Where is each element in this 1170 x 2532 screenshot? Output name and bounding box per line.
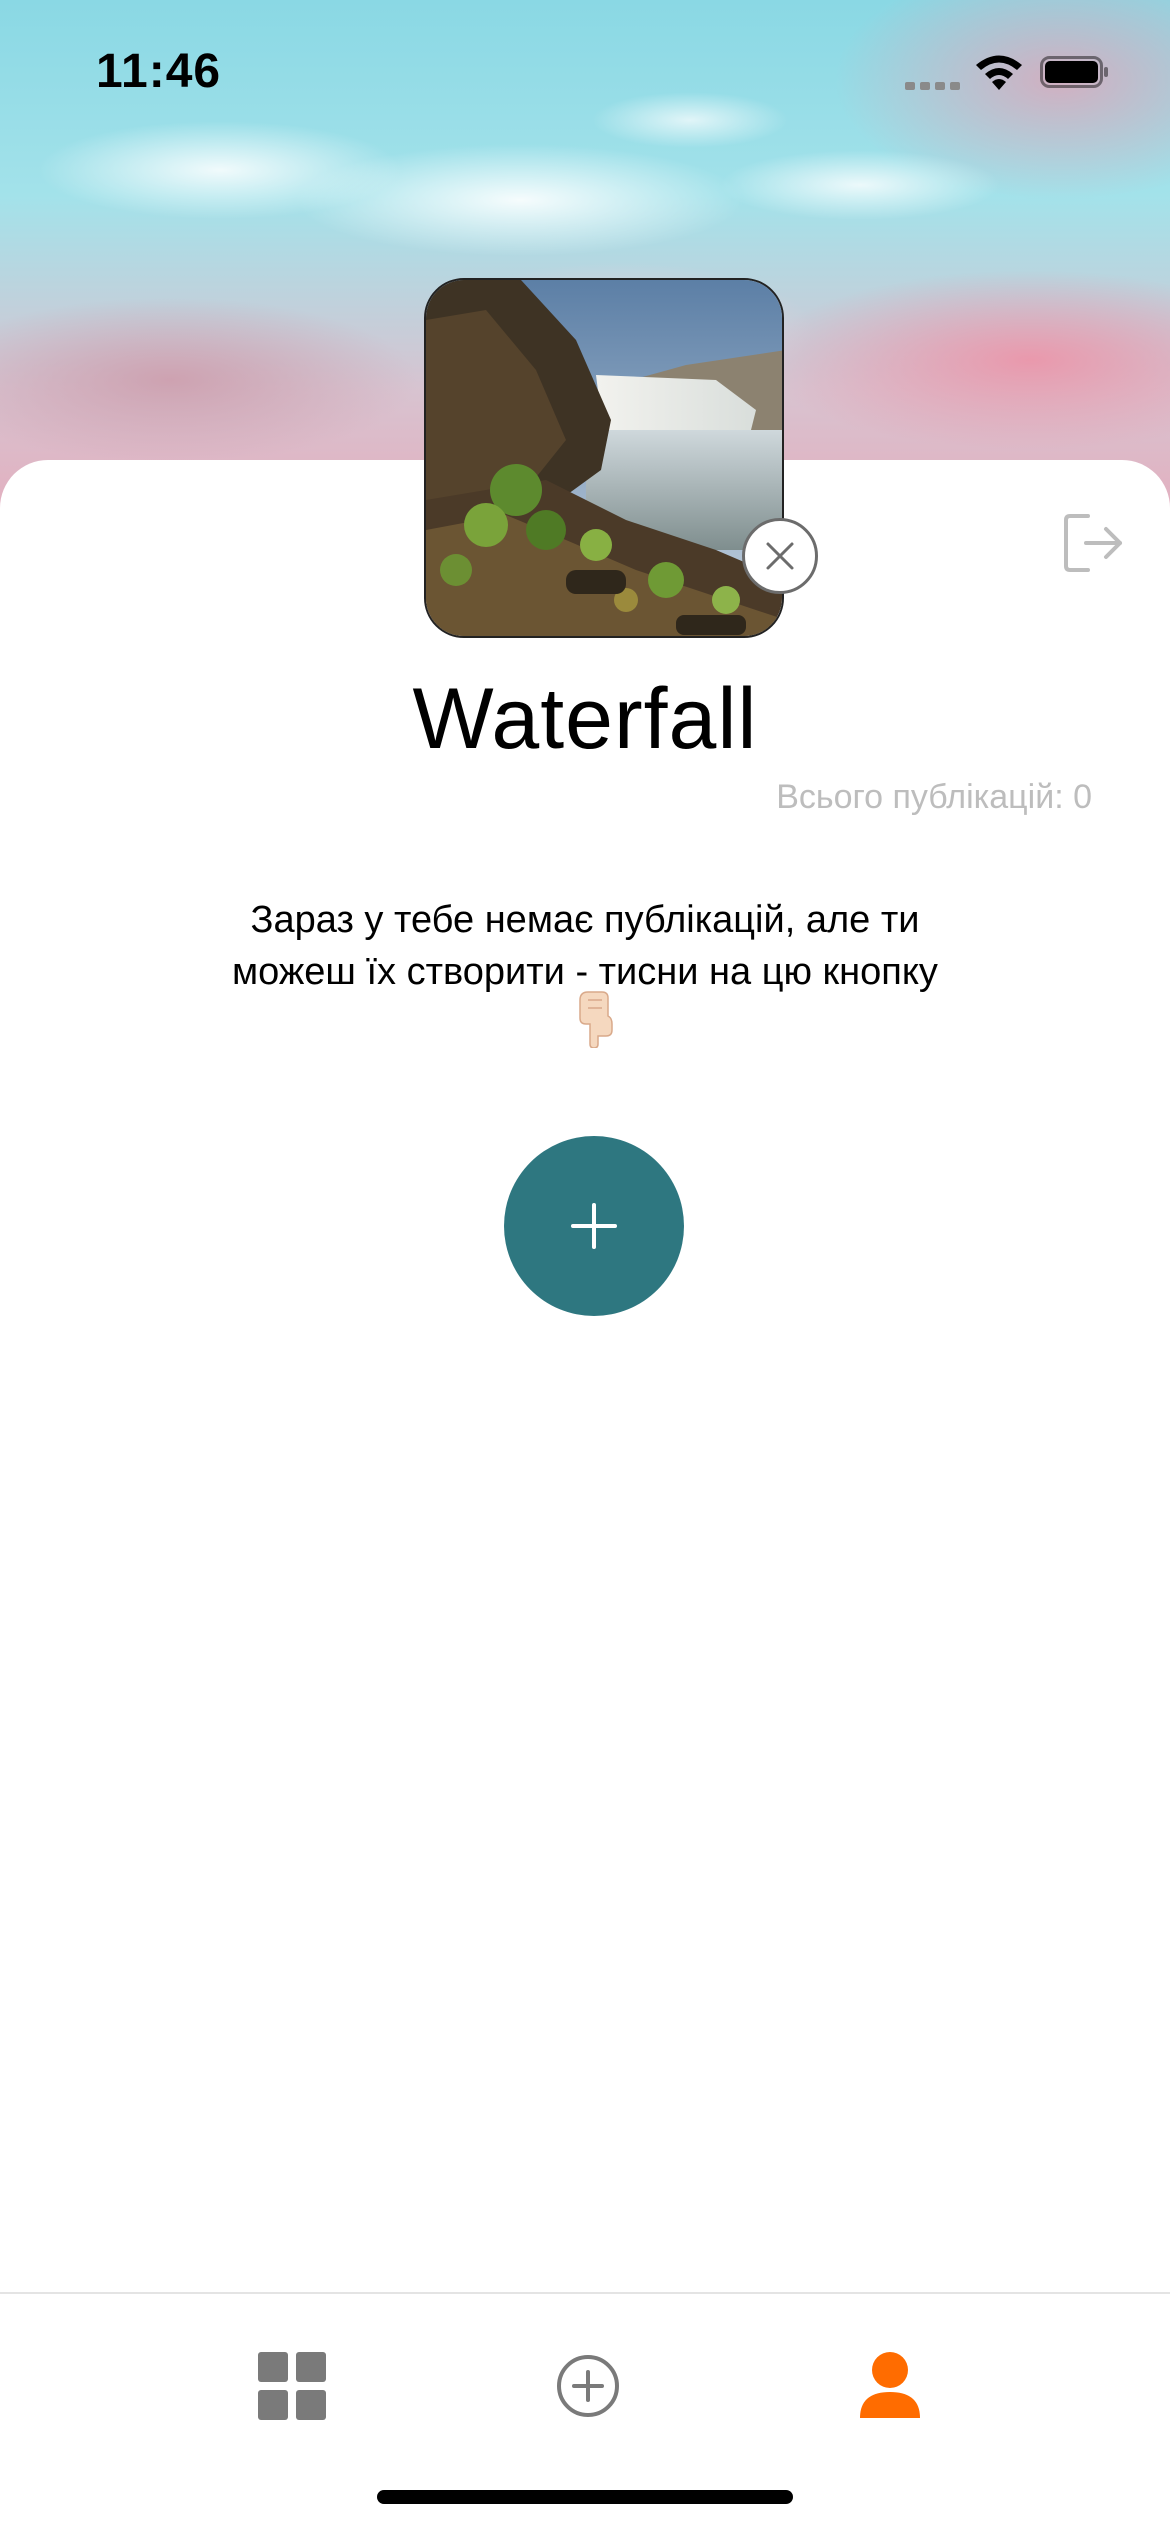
profile-card — [0, 460, 1170, 2532]
post-count: Всього публікацій: 0 — [776, 778, 1092, 816]
remove-avatar-button[interactable] — [742, 518, 818, 594]
cellular-signal-icon — [905, 82, 961, 90]
user-icon[interactable] — [850, 2346, 930, 2426]
close-icon — [766, 542, 794, 570]
add-circle-icon[interactable] — [548, 2346, 628, 2426]
logout-icon[interactable] — [1060, 510, 1126, 576]
wifi-icon — [976, 55, 1022, 90]
profile-name: Waterfall — [412, 671, 758, 767]
avatar[interactable] — [424, 278, 784, 638]
home-indicator — [377, 2490, 793, 2504]
add-post-button[interactable] — [504, 1136, 684, 1316]
pointing-down-hand-emoji — [579, 991, 613, 1048]
waterfall-photo — [426, 280, 782, 636]
empty-state-line-1: Зараз у тебе немає публікацій, але ти — [250, 899, 920, 941]
grid-icon[interactable] — [252, 2346, 332, 2426]
status-bar: 11:46 — [0, 0, 1170, 140]
plus-icon — [571, 1203, 617, 1249]
profile-screen: 11:46 Waterfall Всього публікацій: 0 Зар… — [0, 0, 1170, 2532]
battery-icon — [1040, 56, 1108, 88]
empty-state-message: Зараз у тебе немає публікацій, але ти мо… — [150, 894, 1020, 998]
status-time: 11:46 — [96, 45, 222, 98]
